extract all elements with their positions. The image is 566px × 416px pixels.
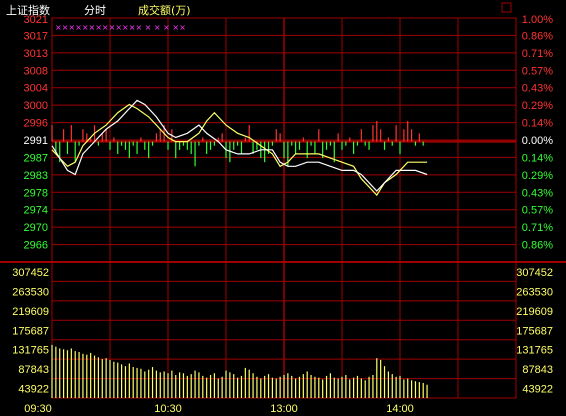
time-tick-label: 14:00 (386, 403, 414, 415)
mode-label: 分时 (84, 4, 106, 17)
price-tick-label: 3013 (24, 48, 48, 60)
percent-tick-label: 0.00% (522, 135, 553, 147)
index-name-title: 上证指数 (6, 3, 50, 17)
price-tick-label: 2996 (24, 118, 48, 130)
volume-tick-label-right: 87843 (522, 364, 553, 376)
intraday-chart: 3021 1.00%3017 0.86%3013 0.71%3008 0.57%3004… (0, 0, 566, 416)
volume-tick-label-right: 263530 (516, 286, 553, 298)
price-tick-label: 2966 (24, 240, 48, 252)
price-tick-label: 2978 (24, 187, 48, 199)
event-markers: ××××××××××××× × × × ×× (55, 23, 186, 32)
percent-tick-label: 0.29% (522, 170, 553, 182)
price-tick-label: 3017 (24, 30, 48, 42)
price-tick-label: 3004 (24, 83, 48, 95)
volume-tick-label: 131765 (12, 345, 49, 357)
volume-tick-label-right: 43922 (522, 384, 553, 396)
volume-tick-label: 43922 (18, 384, 49, 396)
percent-tick-label: 0.57% (522, 65, 553, 77)
chart-background (0, 0, 566, 416)
volume-tick-label: 263530 (12, 286, 49, 298)
percent-tick-label: 0.14% (522, 118, 553, 130)
percent-tick-label: 0.71% (522, 222, 553, 234)
percent-tick-label: 0.71% (522, 48, 553, 60)
volume-tick-label: 175687 (12, 325, 49, 337)
price-tick-label: 2974 (24, 205, 48, 217)
price-tick-label: 3008 (24, 65, 48, 77)
percent-tick-label: 0.14% (522, 152, 553, 164)
time-tick-label: 09:30 (24, 403, 52, 415)
volume-unit-label: 成交额(万) (138, 3, 191, 17)
volume-tick-label-right: 219609 (516, 306, 553, 318)
percent-tick-label: 0.86% (522, 30, 553, 42)
time-tick-label: 10:30 (154, 403, 182, 415)
price-tick-label: 3000 (24, 100, 48, 112)
volume-tick-label: 87843 (18, 364, 49, 376)
percent-tick-label: 0.57% (522, 205, 553, 217)
volume-tick-label-right: 307452 (516, 267, 553, 279)
volume-tick-label: 307452 (12, 267, 49, 279)
volume-tick-label: 219609 (12, 306, 49, 318)
percent-tick-label: 0.43% (522, 187, 553, 199)
volume-tick-label-right: 175687 (516, 325, 553, 337)
percent-tick-label: 0.86% (522, 240, 553, 252)
time-tick-label: 13:00 (270, 403, 298, 415)
percent-tick-label: 1.00% (522, 14, 553, 26)
percent-tick-label: 0.29% (522, 100, 553, 112)
price-tick-label: 2983 (24, 170, 48, 182)
price-tick-label: 2987 (24, 152, 48, 164)
price-tick-label: 2970 (24, 222, 48, 234)
percent-tick-label: 0.43% (522, 83, 553, 95)
volume-tick-label-right: 131765 (516, 345, 553, 357)
price-tick-label: 2991 (24, 135, 48, 147)
